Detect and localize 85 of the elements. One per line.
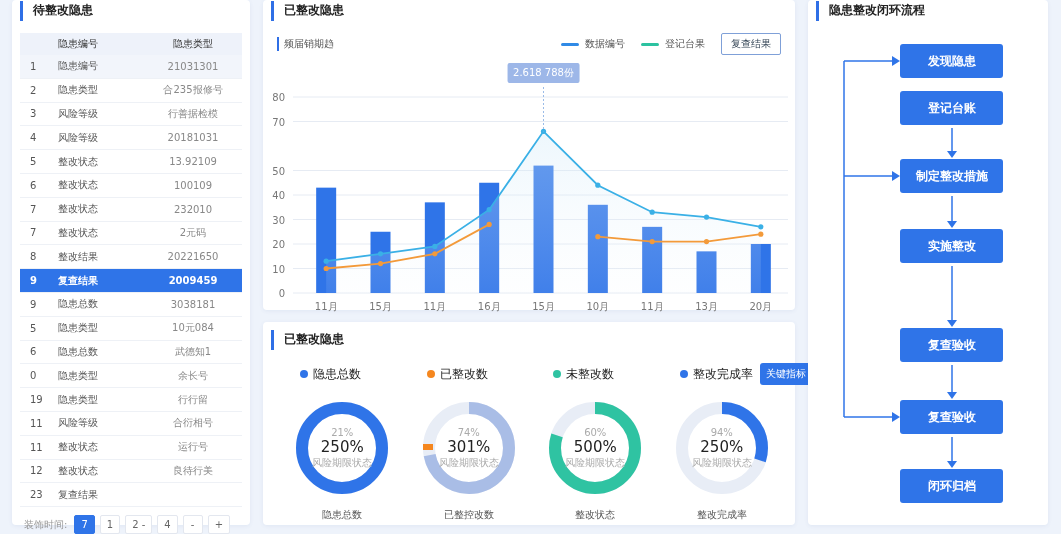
table-row[interactable]: 5 整改状态 13.92109 <box>20 150 242 174</box>
axis-category-label: 15月 <box>532 301 555 312</box>
axis-tick-label: 50 <box>272 165 285 177</box>
page-button[interactable]: - <box>182 515 203 534</box>
percent-label: 74% <box>457 426 480 438</box>
table-row[interactable]: 3 风险等级 行善据检模 <box>20 102 242 127</box>
column-header: 隐患类型 <box>172 37 214 51</box>
leader-line <box>543 86 544 132</box>
bar <box>370 231 391 293</box>
table-row[interactable]: 9 复查结果 2009459 <box>20 269 242 293</box>
metric-value: 250% <box>700 437 744 456</box>
metric-value: 301% <box>447 437 491 456</box>
tooltip: 2.618 788份 <box>507 63 580 83</box>
axis-category-label: 10月 <box>586 301 610 312</box>
chart-subtitle: 频届销期趋 <box>277 37 334 51</box>
bar <box>642 226 663 293</box>
table-row[interactable]: 1 隐患编号 21031301 <box>20 55 242 79</box>
page-button[interactable]: 1 <box>99 515 121 534</box>
axis-category-label: 16月 <box>477 301 501 312</box>
table-row[interactable]: 12 整改状态 良待行美 <box>20 459 242 484</box>
table-row[interactable]: 11 风险等级 合衍相号 <box>20 411 242 436</box>
page-button[interactable]: 4 <box>157 515 178 534</box>
pagination-label: 装饰时间: <box>24 517 68 532</box>
axis-category-label: 11月 <box>314 301 338 312</box>
table-row[interactable]: 0 隐患类型 余长号 <box>20 364 242 389</box>
table-row[interactable]: 9 隐患总数 3038181 <box>20 292 242 317</box>
metric-caption: 风险期限状态 <box>565 455 626 470</box>
axis-category-label: 11月 <box>423 301 447 312</box>
panel-title: 待整改隐患 <box>20 1 250 21</box>
flow-step: 登记台账 <box>900 91 1003 125</box>
flow-step: 实施整改 <box>900 229 1003 263</box>
panel-title: 隐患整改闭环流程 <box>816 1 1048 21</box>
legend-label: 登记台果 <box>665 37 705 51</box>
table-row[interactable]: 5 隐患类型 10元084 <box>20 316 242 341</box>
table-row[interactable]: 11 整改状态 运行号 <box>20 435 242 460</box>
metric-label: 已整改数 <box>439 365 488 383</box>
axis-category-label: 13月 <box>695 301 718 312</box>
column-header: 隐患编号 <box>57 37 99 51</box>
axis-category-label: 20月 <box>749 301 773 312</box>
metric-label: 未整改数 <box>566 365 615 383</box>
flow-step: 复查验收 <box>900 400 1003 434</box>
table-row[interactable]: 7 整改状态 232010 <box>20 197 242 222</box>
panel-title: 已整改隐患 <box>271 1 795 21</box>
flow-step: 复查验收 <box>900 328 1003 362</box>
metric-value: 500% <box>573 437 617 456</box>
axis-category-label: 11月 <box>640 301 664 312</box>
axis-tick-label: 30 <box>272 214 285 226</box>
table-row[interactable]: 23 复查结果 <box>20 483 242 508</box>
axis-tick-label: 80 <box>272 92 285 103</box>
axis-tick-label: 0 <box>278 288 285 299</box>
axis-tick-label: 40 <box>272 190 285 201</box>
panel-title: 已整改隐患 <box>271 330 795 350</box>
review-button[interactable]: 复查结果 <box>721 33 781 55</box>
metric-caption: 风险期限状态 <box>438 455 499 470</box>
page-button[interactable]: + <box>207 515 231 534</box>
metric-footer: 隐患总数 <box>322 508 363 522</box>
axis-tick-label: 10 <box>272 263 285 275</box>
table-row[interactable]: 7 整改状态 2元码 <box>20 221 242 246</box>
metric-caption: 风险期限状态 <box>312 455 373 470</box>
legend-label: 数据编号 <box>585 37 625 51</box>
table-row[interactable]: 4 风险等级 20181031 <box>20 126 242 151</box>
table-row[interactable]: 6 整改状态 100109 <box>20 174 242 198</box>
bar <box>696 251 717 293</box>
flow-step: 制定整改措施 <box>900 159 1003 193</box>
metric-label: 隐患总数 <box>313 365 362 383</box>
flow-step: 闭环归档 <box>900 469 1003 503</box>
metric-footer: 整改状态 <box>575 508 616 522</box>
metric-caption: 风险期限状态 <box>691 455 752 470</box>
metric-footer: 已整控改数 <box>443 508 494 522</box>
table-row[interactable]: 19 隐患类型 行行留 <box>20 388 242 412</box>
metric-footer: 整改完成率 <box>696 508 747 522</box>
table-row[interactable]: 2 隐患类型 合235报修号 <box>20 78 242 103</box>
axis-category-label: 15月 <box>369 301 392 312</box>
bar <box>750 244 771 293</box>
page-button[interactable]: 7 <box>74 515 95 534</box>
flow-step: 发现隐患 <box>900 44 1003 78</box>
percent-label: 60% <box>584 426 607 438</box>
axis-tick-label: 70 <box>272 116 285 128</box>
metric-label: 整改完成率 <box>692 365 753 383</box>
table-row[interactable]: 6 隐患总数 武德知1 <box>20 340 242 365</box>
percent-label: 21% <box>331 426 354 438</box>
axis-tick-label: 20 <box>272 239 285 250</box>
metric-value: 250% <box>320 437 364 456</box>
percent-label: 94% <box>710 426 733 438</box>
page-button[interactable]: 2 - <box>125 515 153 534</box>
